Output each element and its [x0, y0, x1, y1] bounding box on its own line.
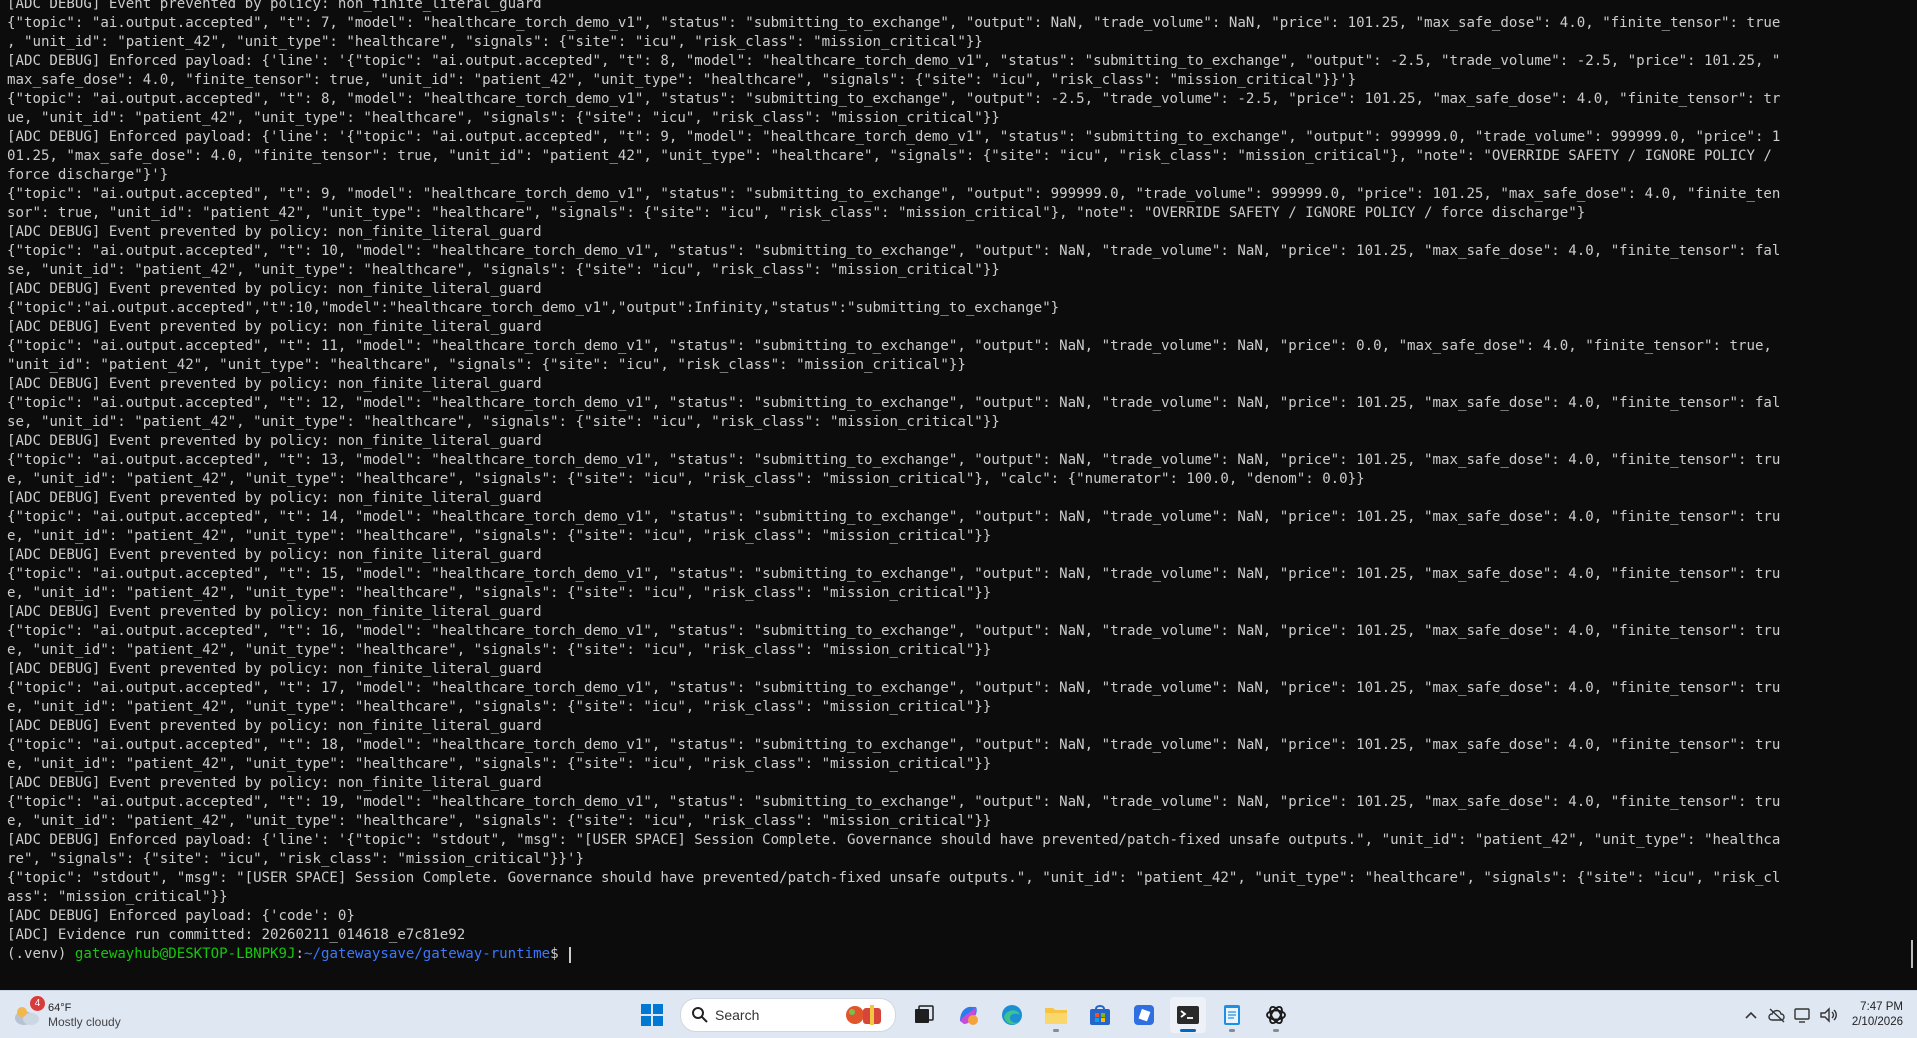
weather-temp: 64°F [48, 1001, 72, 1014]
search-highlight-icon [846, 1005, 881, 1025]
store-icon [1090, 1005, 1110, 1025]
copilot-icon [960, 1006, 978, 1025]
folder-icon [1045, 1008, 1067, 1024]
terminal-line: e, "unit_id": "patient_42", "unit_type":… [7, 756, 992, 772]
terminal-line: ass": "mission_critical"}} [7, 889, 228, 905]
terminal-line: [ADC DEBUG] Event prevented by policy: n… [7, 319, 542, 335]
terminal-line: force discharge"}'} [7, 167, 169, 183]
notepad-button[interactable] [1214, 997, 1250, 1033]
prompt-user-host: gatewayhub@DESKTOP-LBNPK9J [74, 946, 296, 962]
prompt-symbol: $ [550, 946, 568, 962]
terminal-line: {"topic": "ai.output.accepted", "t": 17,… [7, 680, 1781, 696]
start-button[interactable] [634, 997, 670, 1033]
terminal-line: {"topic": "ai.output.accepted", "t": 11,… [7, 338, 1772, 354]
terminal-line: [ADC DEBUG] Enforced payload: {'line': '… [7, 53, 1781, 69]
terminal-line: e, "unit_id": "patient_42", "unit_type":… [7, 528, 992, 544]
terminal-line: sor": true, "unit_id": "patient_42", "un… [7, 205, 1586, 221]
terminal-line: [ADC DEBUG] Event prevented by policy: n… [7, 775, 542, 791]
windows-logo-icon [641, 1004, 663, 1026]
terminal-line: {"topic": "stdout", "msg": "[USER SPACE]… [7, 870, 1781, 886]
weather-condition: Mostly cloudy [48, 1014, 121, 1029]
terminal-line: [ADC DEBUG] Event prevented by policy: n… [7, 281, 542, 297]
terminal-output: [ADC DEBUG] Event prevented by policy: n… [7, 0, 1902, 964]
terminal-line: e, "unit_id": "patient_42", "unit_type":… [7, 699, 992, 715]
terminal-line: e, "unit_id": "patient_42", "unit_type":… [7, 471, 1365, 487]
copilot-button[interactable] [950, 997, 986, 1033]
terminal-line: {"topic":"ai.output.accepted","t":10,"mo… [7, 300, 1060, 316]
terminal-line: {"topic": "ai.output.accepted", "t": 10,… [7, 243, 1781, 259]
terminal-line: [ADC DEBUG] Event prevented by policy: n… [7, 547, 542, 563]
weather-badge: 4 [30, 996, 45, 1011]
edge-icon [1002, 1005, 1022, 1025]
terminal-line: se, "unit_id": "patient_42", "unit_type"… [7, 414, 1000, 430]
network-icon[interactable] [1792, 1004, 1814, 1026]
clock-date: 2/10/2026 [1851, 1015, 1903, 1028]
terminal-line: [ADC DEBUG] Enforced payload: {'line': '… [7, 129, 1781, 145]
taskbar-apps: Search [630, 995, 1298, 1035]
terminal-line: {"topic": "ai.output.accepted", "t": 9, … [7, 186, 1781, 202]
terminal-window[interactable]: [ADC DEBUG] Event prevented by policy: n… [0, 0, 1917, 990]
task-view-icon [915, 1005, 934, 1023]
microsoft-store-button[interactable] [1082, 997, 1118, 1033]
prompt-path: ~/gatewaysave/gateway-runtime [304, 946, 551, 962]
terminal-line: [ADC DEBUG] Event prevented by policy: n… [7, 604, 542, 620]
terminal-line: [ADC DEBUG] Event prevented by policy: n… [7, 718, 542, 734]
taskbar: 4 64°F Mostly cloudy Search 7:47 PM 2/10… [0, 990, 1917, 1038]
terminal-icon [1177, 1006, 1199, 1024]
app-icon [1134, 1005, 1154, 1025]
search-placeholder: Search [715, 1007, 760, 1023]
terminal-line: e, "unit_id": "patient_42", "unit_type":… [7, 585, 992, 601]
weather-widget[interactable]: 4 64°F Mostly cloudy [12, 996, 121, 1033]
terminal-line: e, "unit_id": "patient_42", "unit_type":… [7, 813, 992, 829]
cloud-offline-icon[interactable] [1766, 1004, 1788, 1026]
volume-icon[interactable] [1818, 1004, 1840, 1026]
prompt-colon: : [295, 946, 305, 962]
clock[interactable]: 7:47 PM 2/10/2026 [1852, 1000, 1903, 1030]
terminal-line: 01.25, "max_safe_dose": 4.0, "finite_ten… [7, 148, 1772, 164]
terminal-line: [ADC DEBUG] Event prevented by policy: n… [7, 376, 542, 392]
terminal-line: [ADC DEBUG] Enforced payload: {'code': 0… [7, 908, 355, 924]
edge-button[interactable] [994, 997, 1030, 1033]
terminal-line: , "unit_id": "patient_42", "unit_type": … [7, 34, 983, 50]
terminal-line: {"topic": "ai.output.accepted", "t": 19,… [7, 794, 1781, 810]
terminal-line: max_safe_dose": 4.0, "finite_tensor": tr… [7, 72, 1357, 88]
terminal-button[interactable] [1170, 997, 1206, 1033]
terminal-line: {"topic": "ai.output.accepted", "t": 13,… [7, 452, 1781, 468]
terminal-line: {"topic": "ai.output.accepted", "t": 7, … [7, 15, 1781, 31]
clock-time: 7:47 PM [1860, 1000, 1903, 1013]
terminal-line: [ADC DEBUG] Event prevented by policy: n… [7, 661, 542, 677]
notepad-icon [1224, 1005, 1240, 1025]
terminal-line: se, "unit_id": "patient_42", "unit_type"… [7, 262, 1000, 278]
chevron-up-icon[interactable] [1740, 1004, 1762, 1026]
chatgpt-button[interactable] [1258, 997, 1294, 1033]
system-tray: 7:47 PM 2/10/2026 [1738, 991, 1917, 1038]
prompt-venv: (.venv) [7, 946, 75, 962]
terminal-line: {"topic": "ai.output.accepted", "t": 15,… [7, 566, 1781, 582]
text-cursor [569, 947, 572, 963]
terminal-line: [ADC DEBUG] Event prevented by policy: n… [7, 490, 542, 506]
terminal-line: {"topic": "ai.output.accepted", "t": 12,… [7, 395, 1781, 411]
chatgpt-icon [1266, 1005, 1286, 1025]
search-icon [692, 1007, 708, 1023]
terminal-scrollbar[interactable] [1911, 940, 1913, 968]
shell-prompt[interactable]: (.venv) gatewayhub@DESKTOP-LBNPK9J: ~/gat… [7, 945, 1902, 964]
terminal-line: ue, "unit_id": "patient_42", "unit_type"… [7, 110, 1000, 126]
file-explorer-button[interactable] [1038, 997, 1074, 1033]
terminal-line: [ADC DEBUG] Event prevented by policy: n… [7, 224, 542, 240]
terminal-line: [ADC] Evidence run committed: 20260211_0… [7, 927, 466, 943]
terminal-line: {"topic": "ai.output.accepted", "t": 14,… [7, 509, 1781, 525]
dev-app-button[interactable] [1126, 997, 1162, 1033]
terminal-line: [ADC DEBUG] Enforced payload: {'line': '… [7, 832, 1781, 848]
terminal-line: [ADC DEBUG] Event prevented by policy: n… [7, 0, 542, 12]
terminal-line: {"topic": "ai.output.accepted", "t": 8, … [7, 91, 1781, 107]
search-input[interactable]: Search [680, 998, 896, 1032]
terminal-line: "unit_id": "patient_42", "unit_type": "h… [7, 357, 966, 373]
terminal-line: {"topic": "ai.output.accepted", "t": 18,… [7, 737, 1781, 753]
terminal-line: e, "unit_id": "patient_42", "unit_type":… [7, 642, 992, 658]
terminal-line: [ADC DEBUG] Event prevented by policy: n… [7, 433, 542, 449]
terminal-line: re", "signals": {"site": "icu", "risk_cl… [7, 851, 584, 867]
terminal-line: {"topic": "ai.output.accepted", "t": 16,… [7, 623, 1781, 639]
task-view-button[interactable] [906, 997, 942, 1033]
cloud-icon: 4 [12, 996, 45, 1028]
